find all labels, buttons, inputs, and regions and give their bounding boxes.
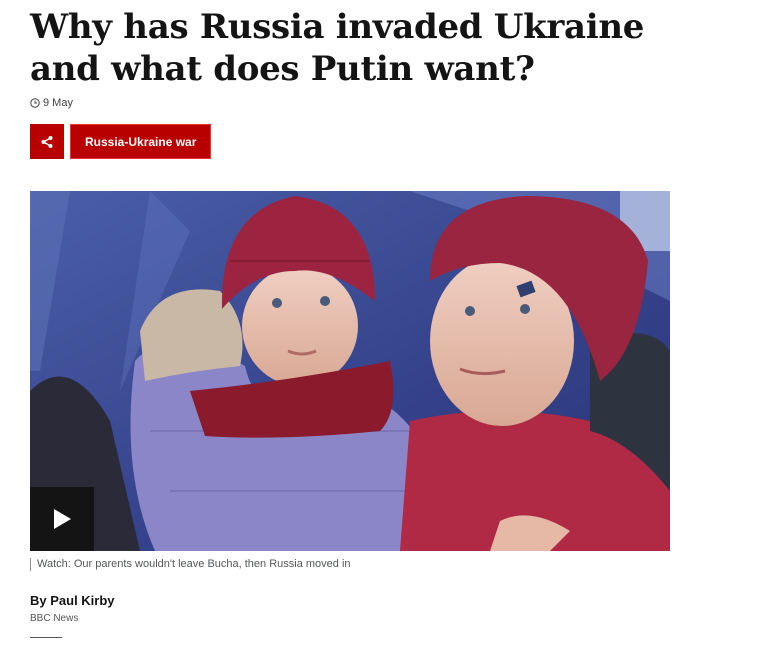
article-actions: Russia-Ukraine war (30, 124, 212, 159)
video-thumbnail (30, 191, 670, 551)
video-caption: Watch: Our parents wouldn't leave Bucha,… (30, 558, 351, 571)
article-date: 9 May (30, 97, 73, 109)
article-headline: Why has Russia invaded Ukraine and what … (30, 7, 645, 89)
clock-icon (30, 98, 40, 108)
share-icon (41, 135, 53, 148)
date-text: 9 May (43, 97, 73, 109)
byline-author: By Paul Kirby (30, 593, 115, 608)
divider (30, 637, 62, 638)
play-button[interactable] (30, 487, 94, 551)
topic-link-russia-ukraine-war[interactable]: Russia-Ukraine war (70, 124, 212, 159)
share-button[interactable] (30, 124, 64, 159)
play-icon (54, 509, 71, 529)
byline-source: BBC News (30, 613, 79, 624)
video-player[interactable] (30, 191, 670, 551)
